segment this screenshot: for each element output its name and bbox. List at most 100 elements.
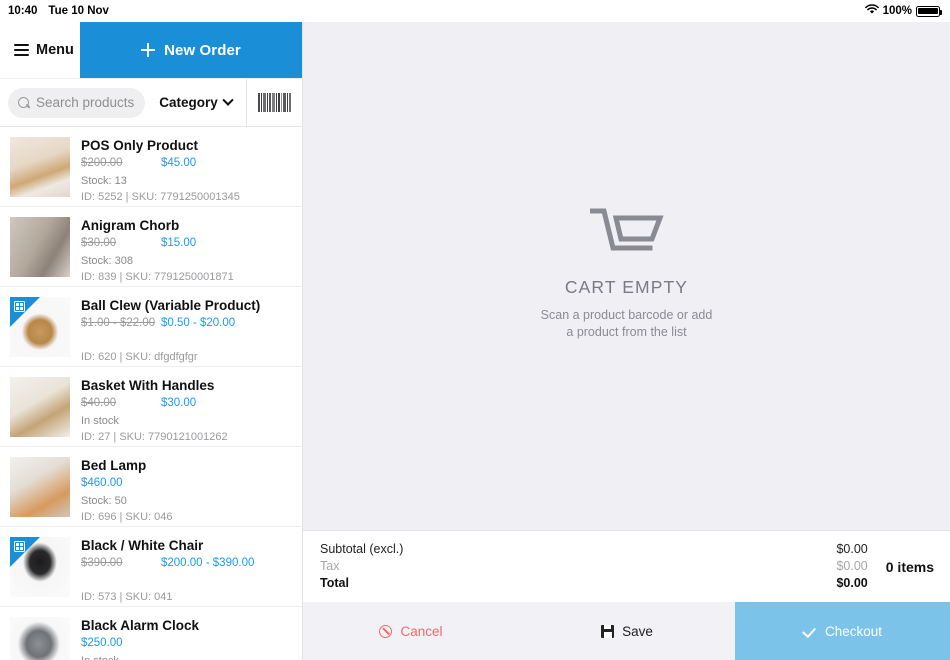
action-bar: Cancel Save Checkout: [303, 602, 950, 660]
wifi-icon: [864, 4, 879, 18]
product-sale-price: $15.00: [161, 237, 197, 249]
product-prices: $1.00 - $22.00 $0.50 - $20.00: [81, 317, 302, 331]
product-name: POS Only Product: [81, 138, 199, 153]
product-info: Ball Clew (Variable Product) $1.00 - $22.…: [70, 297, 302, 363]
product-row[interactable]: Ball Clew (Variable Product) $1.00 - $22.…: [0, 287, 302, 367]
pos-app-window: 10:40 Tue 10 Nov 100% Menu New Order Sea…: [0, 0, 950, 660]
product-info: Bed Lamp $460.00 Stock: 50 ID: 696 | SKU: 0…: [70, 457, 302, 523]
product-prices: $390.00 $200.00 - $390.00: [81, 557, 302, 571]
product-meta: ID: 696 | SKU: 046: [81, 511, 173, 523]
items-count-badge: 0 items: [885, 558, 934, 575]
search-toolbar: Search products Category: [0, 78, 302, 127]
category-filter-button[interactable]: Category: [145, 79, 246, 126]
search-icon: [18, 96, 30, 109]
cart-empty-title: CART EMPTY: [564, 276, 689, 297]
tax-label: Tax: [320, 559, 340, 573]
grid-icon: [14, 301, 25, 312]
grid-icon: [14, 541, 25, 552]
cart-empty-state: CART EMPTY Scan a product barcode or add…: [303, 22, 950, 530]
anigram-chorb-thumbnail: [10, 217, 70, 277]
search-input[interactable]: Search products: [8, 87, 145, 118]
product-regular-price: $390.00: [81, 557, 123, 569]
product-stock: Stock: 308: [81, 255, 133, 267]
shopping-cart-icon: [589, 206, 664, 261]
menu-button-label: Menu: [36, 42, 74, 58]
product-prices: $30.00 $15.00: [81, 237, 302, 251]
search-placeholder: Search products: [36, 95, 135, 110]
product-name: Black Alarm Clock: [81, 618, 200, 633]
cart-panel: CART EMPTY Scan a product barcode or add…: [303, 22, 950, 660]
product-row[interactable]: POS Only Product $200.00 $45.00 Stock: 13 ID…: [0, 127, 302, 207]
product-info: Anigram Chorb $30.00 $15.00 Stock: 308 ID: 8…: [70, 217, 302, 283]
product-stock: [81, 575, 302, 588]
product-prices: $460.00: [81, 477, 302, 491]
product-name: Bed Lamp: [81, 458, 147, 473]
product-thumbnail: [10, 537, 70, 597]
product-prices: $40.00 $30.00: [81, 397, 302, 411]
product-stock: Stock: 13: [81, 175, 127, 187]
product-info: POS Only Product $200.00 $45.00 Stock: 13 ID…: [70, 137, 302, 203]
bed-lamp-thumbnail: [10, 457, 70, 517]
new-order-label: New Order: [164, 41, 241, 59]
checkout-button[interactable]: Checkout: [735, 602, 950, 660]
product-thumbnail: [10, 377, 70, 437]
barcode-scan-button[interactable]: [246, 79, 302, 126]
status-bar-left: 10:40 Tue 10 Nov: [8, 5, 109, 17]
product-meta: ID: 573 | SKU: 041: [81, 591, 173, 603]
save-button[interactable]: Save: [519, 602, 735, 660]
pos-only-product-thumbnail: [10, 137, 70, 197]
product-row[interactable]: Black Alarm Clock $250.00 In stock: [0, 607, 302, 660]
product-list[interactable]: POS Only Product $200.00 $45.00 Stock: 13 ID…: [0, 127, 302, 660]
check-icon: [803, 624, 817, 638]
product-name: Ball Clew (Variable Product): [81, 298, 261, 313]
save-button-label: Save: [622, 623, 653, 639]
product-row[interactable]: Anigram Chorb $30.00 $15.00 Stock: 308 ID: 8…: [0, 207, 302, 287]
cart-empty-hint: Scan a product barcode or add a product …: [541, 307, 713, 341]
tax-value: $0.00: [836, 559, 868, 573]
cart-empty-hint-line2: a product from the list: [566, 324, 687, 339]
product-row[interactable]: Basket With Handles $40.00 $30.00 In stock I…: [0, 367, 302, 447]
product-name: Basket With Handles: [81, 378, 215, 393]
total-value: $0.00: [836, 576, 868, 590]
floppy-disk-icon: [601, 624, 615, 638]
product-thumbnail: [10, 457, 70, 517]
product-thumbnail: [10, 297, 70, 357]
cancel-button[interactable]: Cancel: [303, 602, 519, 660]
product-stock: In stock: [81, 655, 302, 660]
cancel-button-label: Cancel: [400, 623, 443, 639]
main-split: Menu New Order Search products Category: [0, 22, 950, 660]
product-meta: ID: 839 | SKU: 7791250001871: [81, 271, 234, 283]
subtotal-label: Subtotal (excl.): [320, 542, 404, 556]
cart-empty-hint-line1: Scan a product barcode or add: [540, 307, 713, 322]
product-regular-price: $30.00: [81, 237, 117, 249]
product-sale-price: $0.50 - $20.00: [161, 317, 236, 329]
product-sale-price: $45.00: [161, 157, 197, 169]
subtotal-row: Subtotal (excl.) $0.00: [320, 541, 868, 558]
new-order-button[interactable]: New Order: [80, 22, 302, 78]
product-thumbnail: [10, 617, 70, 660]
status-bar-time: 10:40: [8, 5, 38, 17]
total-label: Total: [320, 576, 349, 590]
product-meta: ID: 5252 | SKU: 7791250001345: [81, 191, 240, 203]
product-sale-price: $460.00: [81, 477, 123, 489]
product-info: Black / White Chair $390.00 $200.00 - $390…: [70, 537, 302, 603]
product-row[interactable]: Bed Lamp $460.00 Stock: 50 ID: 696 | SKU: 0…: [0, 447, 302, 527]
plus-icon: [141, 43, 156, 57]
product-sale-price: $30.00: [161, 397, 197, 409]
product-meta: ID: 620 | SKU: dfgdfgfgr: [81, 351, 198, 363]
product-sale-price: $250.00: [81, 637, 123, 649]
product-thumbnail: [10, 217, 70, 277]
subtotal-value: $0.00: [836, 542, 868, 556]
product-sale-price: $200.00 - $390.00: [161, 557, 255, 569]
ban-icon: [379, 624, 393, 638]
product-info: Black Alarm Clock $250.00 In stock: [70, 617, 302, 660]
product-name: Black / White Chair: [81, 538, 204, 553]
product-panel: Menu New Order Search products Category: [0, 22, 303, 660]
product-regular-price: $1.00 - $22.00: [81, 317, 156, 329]
battery-full-icon: [916, 5, 943, 17]
product-stock: In stock: [81, 415, 119, 427]
totals-lines: Subtotal (excl.) $0.00 Tax $0.00 Total $…: [320, 541, 868, 592]
product-thumbnail: [10, 137, 70, 197]
product-row[interactable]: Black / White Chair $390.00 $200.00 - $390…: [0, 527, 302, 607]
menu-button[interactable]: Menu: [0, 22, 80, 78]
